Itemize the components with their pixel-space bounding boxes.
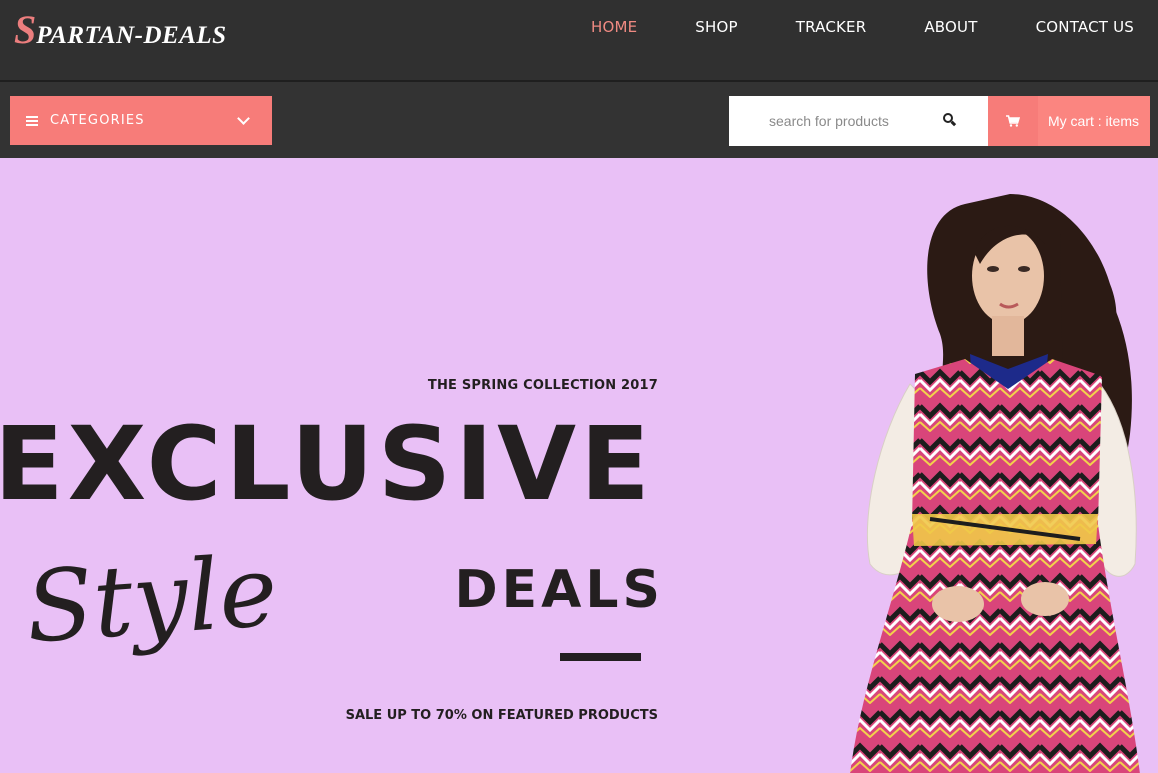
top-navbar: SPARTAN-DEALS HOME SHOP TRACKER ABOUT CO… [0, 0, 1158, 82]
nav-home[interactable]: HOME [591, 18, 637, 36]
tool-bar: CATEGORIES My cart : items [0, 84, 1158, 158]
cart-icon [1006, 115, 1020, 127]
chevron-down-icon [237, 111, 250, 125]
search-input[interactable] [729, 96, 939, 146]
cart-button[interactable] [988, 96, 1038, 146]
brand-name: PARTAN-DEALS [36, 22, 227, 49]
nav-contact-us[interactable]: CONTACT US [1036, 18, 1134, 36]
bars-icon [26, 115, 38, 126]
cart-summary-link[interactable]: My cart : items [1038, 96, 1150, 146]
search-box [729, 96, 988, 146]
nav-shop[interactable]: SHOP [695, 18, 737, 36]
hero-kicker: THE SPRING COLLECTION 2017 [427, 378, 658, 393]
nav-about[interactable]: ABOUT [924, 18, 977, 36]
hero-script-word: Style [22, 534, 281, 666]
hero-sale-text: SALE UP TO 70% ON FEATURED PRODUCTS [345, 708, 658, 723]
hero-headline: EXCLUSIVE [0, 405, 654, 524]
brand-logo[interactable]: SPARTAN-DEALS [14, 6, 227, 53]
brand-initial: S [14, 7, 37, 52]
nav-tracker[interactable]: TRACKER [796, 18, 867, 36]
hero-subhead: DEALS [454, 560, 664, 620]
categories-dropdown-button[interactable]: CATEGORIES [10, 96, 272, 145]
main-nav: HOME SHOP TRACKER ABOUT CONTACT US [533, 18, 1134, 36]
hero-banner: THE SPRING COLLECTION 2017 EXCLUSIVE Sty… [0, 158, 1158, 773]
search-icon[interactable] [943, 113, 957, 126]
categories-label: CATEGORIES [50, 113, 145, 128]
hero-divider [560, 653, 641, 661]
fashion-model-image [850, 194, 1140, 773]
